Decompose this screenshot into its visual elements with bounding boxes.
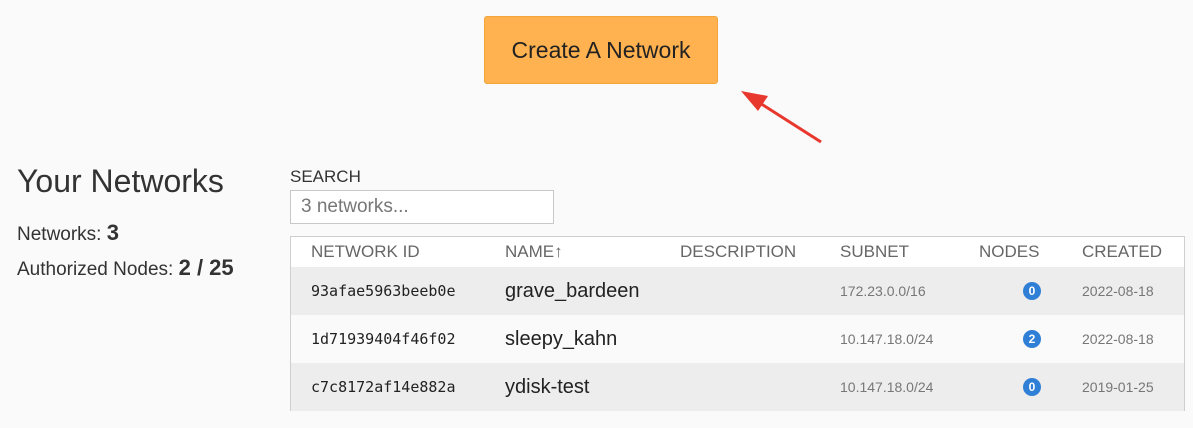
networks-table: NETWORK ID NAME↑ DESCRIPTION SUBNET NODE… bbox=[290, 236, 1185, 411]
search-input[interactable] bbox=[290, 190, 554, 224]
table-row[interactable]: 1d71939404f46f02 sleepy_kahn 10.147.18.0… bbox=[291, 315, 1184, 363]
subnet-cell: 10.147.18.0/24 bbox=[840, 331, 934, 347]
nodes-count-badge: 0 bbox=[1023, 282, 1041, 300]
created-cell: 2022-08-18 bbox=[1082, 283, 1154, 299]
authorized-nodes-stat: Authorized Nodes: 2 / 25 bbox=[17, 255, 234, 281]
create-network-button[interactable]: Create A Network bbox=[484, 16, 718, 84]
column-header-description[interactable]: DESCRIPTION bbox=[680, 242, 796, 262]
created-cell: 2022-08-18 bbox=[1082, 331, 1154, 347]
nodes-cell: 0 bbox=[1023, 267, 1041, 315]
nodes-count-badge: 2 bbox=[1023, 330, 1041, 348]
pointer-arrow-icon bbox=[741, 91, 822, 144]
subnet-cell: 172.23.0.0/16 bbox=[840, 283, 926, 299]
nodes-count-badge: 0 bbox=[1023, 378, 1041, 396]
column-header-nodes[interactable]: NODES bbox=[979, 242, 1039, 262]
networks-stat: Networks: 3 bbox=[17, 220, 119, 246]
authorized-nodes-label: Authorized Nodes: bbox=[17, 259, 174, 280]
network-name-cell: grave_bardeen bbox=[505, 279, 640, 302]
network-name-cell: sleepy_kahn bbox=[505, 327, 618, 350]
column-header-network-id[interactable]: NETWORK ID bbox=[311, 242, 420, 262]
network-name-cell: ydisk-test bbox=[505, 375, 590, 398]
network-id-cell: 1d71939404f46f02 bbox=[311, 330, 456, 348]
network-id-cell: 93afae5963beeb0e bbox=[311, 282, 456, 300]
search-label: SEARCH bbox=[290, 167, 361, 186]
networks-label: Networks: bbox=[17, 224, 102, 245]
authorized-nodes-count: 2 / 25 bbox=[178, 255, 234, 280]
table-row[interactable]: 93afae5963beeb0e grave_bardeen 172.23.0.… bbox=[291, 267, 1184, 315]
subnet-cell: 10.147.18.0/24 bbox=[840, 379, 934, 395]
networks-count: 3 bbox=[106, 220, 119, 245]
nodes-cell: 0 bbox=[1023, 363, 1041, 411]
nodes-cell: 2 bbox=[1023, 315, 1041, 363]
column-header-created[interactable]: CREATED bbox=[1082, 242, 1162, 262]
network-id-cell: c7c8172af14e882a bbox=[311, 378, 456, 396]
created-cell: 2019-01-25 bbox=[1082, 379, 1154, 395]
table-header: NETWORK ID NAME↑ DESCRIPTION SUBNET NODE… bbox=[291, 237, 1184, 267]
column-header-name[interactable]: NAME↑ bbox=[505, 242, 563, 262]
page-title: Your Networks bbox=[17, 163, 224, 199]
table-row[interactable]: c7c8172af14e882a ydisk-test 10.147.18.0/… bbox=[291, 363, 1184, 411]
column-header-subnet[interactable]: SUBNET bbox=[840, 242, 909, 262]
